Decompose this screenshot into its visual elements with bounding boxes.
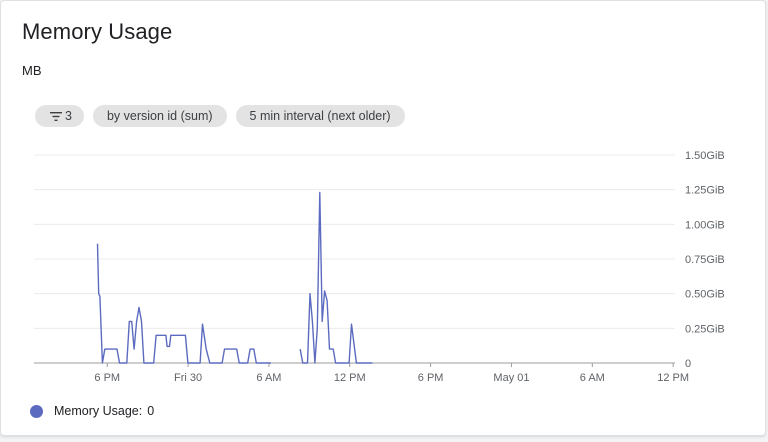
x-tick-label: 12 PM xyxy=(657,372,689,384)
x-tick-label: 6 AM xyxy=(580,372,605,384)
y-tick-label: 0.25GiB xyxy=(685,323,725,335)
y-tick-label: 0.50GiB xyxy=(685,289,725,301)
x-tick-label: 12 PM xyxy=(334,372,366,384)
interval-chip[interactable]: 5 min interval (next older) xyxy=(235,105,405,127)
chart-series xyxy=(96,191,373,364)
x-tick-label: 6 AM xyxy=(256,372,281,384)
y-tick-label: 0.75GiB xyxy=(685,254,725,266)
filter-icon xyxy=(50,111,62,121)
x-tick-label: 6 PM xyxy=(94,372,120,384)
legend-swatch xyxy=(30,404,43,418)
series-line-memory-usage xyxy=(299,191,373,364)
y-tick-label: 1.25GiB xyxy=(685,185,725,197)
chart-filter-chips: 3 by version id (sum) 5 min interval (ne… xyxy=(35,105,405,127)
y-tick-label: 1.00GiB xyxy=(685,219,725,231)
memory-usage-chart: 0 0.25GiB 0.50GiB 0.75GiB 1.00GiB 1.25GiB 1.50… xyxy=(34,150,725,384)
chart-gridlines xyxy=(34,154,675,364)
x-tick-label: 6 PM xyxy=(418,372,444,384)
group-by-chip[interactable]: by version id (sum) xyxy=(92,105,227,127)
page-title: Memory Usage xyxy=(22,19,173,44)
x-tick-label: Fri 30 xyxy=(174,372,202,384)
y-tick-label: 1.50GiB xyxy=(685,150,725,162)
y-tick-label: 0 xyxy=(685,358,691,370)
y-axis-ticks: 0 0.25GiB 0.50GiB 0.75GiB 1.00GiB 1.25GiB 1.50… xyxy=(685,150,725,370)
series-line-memory-usage xyxy=(96,243,271,364)
filter-count: 3 xyxy=(65,109,72,123)
filter-chip[interactable]: 3 xyxy=(35,105,84,127)
unit-label: MB xyxy=(22,63,42,78)
chart-legend: Memory Usage: 0 xyxy=(30,404,154,418)
x-tick-label: May 01 xyxy=(493,372,529,384)
legend-value: 0 xyxy=(147,404,155,418)
memory-usage-card: Memory Usage MB 3 by version id (sum) 5 … xyxy=(0,0,766,436)
x-axis-ticks: 6 PM Fri 30 6 AM 12 PM 6 PM May 01 6 AM 12 PM xyxy=(94,363,689,384)
legend-label: Memory Usage: xyxy=(54,404,143,418)
